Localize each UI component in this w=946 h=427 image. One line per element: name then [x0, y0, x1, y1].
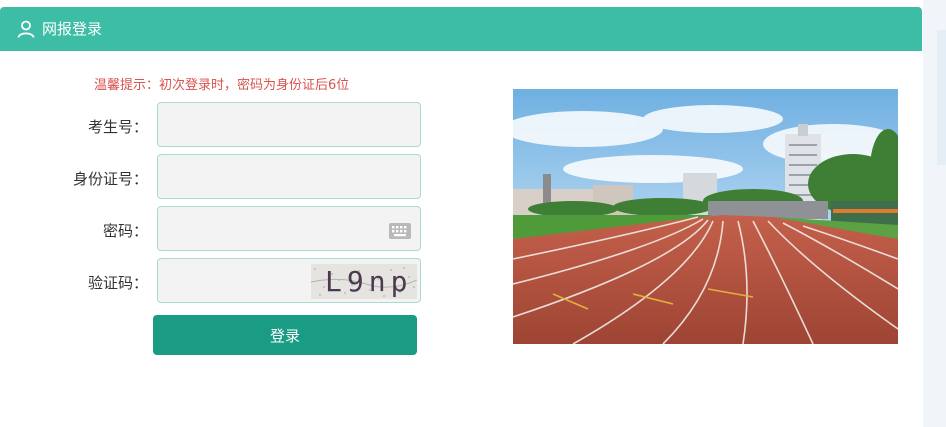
user-icon — [17, 20, 35, 38]
password-input[interactable] — [158, 207, 420, 250]
password-field[interactable] — [157, 206, 421, 251]
id-number-input[interactable] — [158, 155, 420, 198]
login-card: 网报登录 温馨提示：初次登录时，密码为身份证后6位 考生号： 身份证号： 密码：… — [0, 7, 922, 427]
captcha-field[interactable]: L9np — [157, 258, 421, 303]
login-button[interactable]: 登录 — [153, 315, 417, 355]
captcha-label: 验证码： — [87, 274, 148, 292]
header-title: 网报登录 — [42, 20, 103, 38]
login-header: 网报登录 — [0, 7, 922, 51]
stadium-photo — [513, 89, 898, 344]
captcha-text: L9np — [325, 265, 413, 298]
keyboard-icon[interactable] — [389, 223, 411, 239]
password-label: 密码： — [102, 222, 148, 240]
captcha-image[interactable]: L9np — [311, 264, 417, 299]
side-scroll-strip — [923, 0, 946, 427]
captcha-input[interactable] — [158, 259, 308, 302]
exam-number-field[interactable] — [157, 102, 421, 147]
exam-number-input[interactable] — [158, 103, 420, 146]
exam-number-label: 考生号： — [87, 118, 148, 136]
login-tip: 温馨提示：初次登录时，密码为身份证后6位 — [94, 78, 350, 93]
id-number-field[interactable] — [157, 154, 421, 199]
side-strip-panel — [937, 30, 946, 165]
id-number-label: 身份证号： — [72, 170, 148, 188]
